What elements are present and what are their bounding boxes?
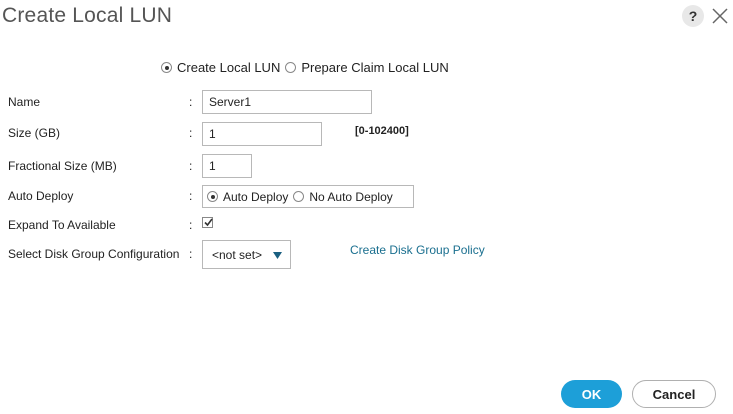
caret-down-icon <box>273 252 282 259</box>
cancel-button[interactable]: Cancel <box>632 380 716 408</box>
size-label: Size (GB) <box>8 126 61 140</box>
name-label: Name <box>8 95 41 109</box>
disk-group-config-label: Select Disk Group Configuration <box>8 247 180 261</box>
lun-mode-radio-group: Create Local LUN Prepare Claim Local LUN <box>161 60 454 75</box>
fractional-size-label: Fractional Size (MB) <box>8 159 117 173</box>
fractional-size-input[interactable] <box>202 154 252 178</box>
disk-group-config-select[interactable]: <not set> <box>202 240 291 269</box>
create-local-lun-dialog: Create Local LUN ? Create Local LUN Prep… <box>0 0 733 414</box>
radio-label-prepare-claim: Prepare Claim Local LUN <box>301 60 449 75</box>
radio-auto-deploy[interactable]: Auto Deploy <box>207 190 288 204</box>
fractional-size-colon: : <box>189 159 193 173</box>
radio-label-create-local-lun: Create Local LUN <box>177 60 281 75</box>
close-icon[interactable] <box>710 6 730 26</box>
disk-group-config-selected-value: <not set> <box>212 247 263 262</box>
size-range-hint: [0-102400] <box>355 125 409 137</box>
radio-indicator-unchecked[interactable] <box>293 191 305 202</box>
disk-group-config-colon: : <box>189 247 193 261</box>
expand-to-available-colon: : <box>189 218 193 232</box>
radio-label-auto-deploy: Auto Deploy <box>223 189 289 204</box>
radio-prepare-claim-local-lun[interactable]: Prepare Claim Local LUN <box>285 60 449 75</box>
expand-to-available-checkbox[interactable] <box>202 217 213 228</box>
ok-button[interactable]: OK <box>561 380 622 408</box>
create-disk-group-policy-link[interactable]: Create Disk Group Policy <box>350 243 485 257</box>
auto-deploy-label: Auto Deploy <box>8 189 74 203</box>
radio-create-local-lun[interactable]: Create Local LUN <box>161 60 280 75</box>
radio-no-auto-deploy[interactable]: No Auto Deploy <box>293 189 393 204</box>
radio-indicator-checked[interactable] <box>207 191 218 202</box>
name-input[interactable] <box>202 90 372 114</box>
checkmark-icon <box>204 218 213 227</box>
radio-indicator-checked[interactable] <box>161 62 172 73</box>
radio-indicator-unchecked[interactable] <box>285 62 297 73</box>
name-colon: : <box>189 95 193 109</box>
auto-deploy-colon: : <box>189 189 193 203</box>
size-input[interactable] <box>202 122 322 146</box>
dialog-title: Create Local LUN <box>2 4 173 27</box>
size-colon: : <box>189 126 193 140</box>
auto-deploy-radio-group: Auto Deploy No Auto Deploy <box>202 185 414 208</box>
expand-to-available-label: Expand To Available <box>8 218 116 232</box>
help-icon[interactable]: ? <box>682 5 704 27</box>
radio-label-no-auto-deploy: No Auto Deploy <box>309 189 393 204</box>
